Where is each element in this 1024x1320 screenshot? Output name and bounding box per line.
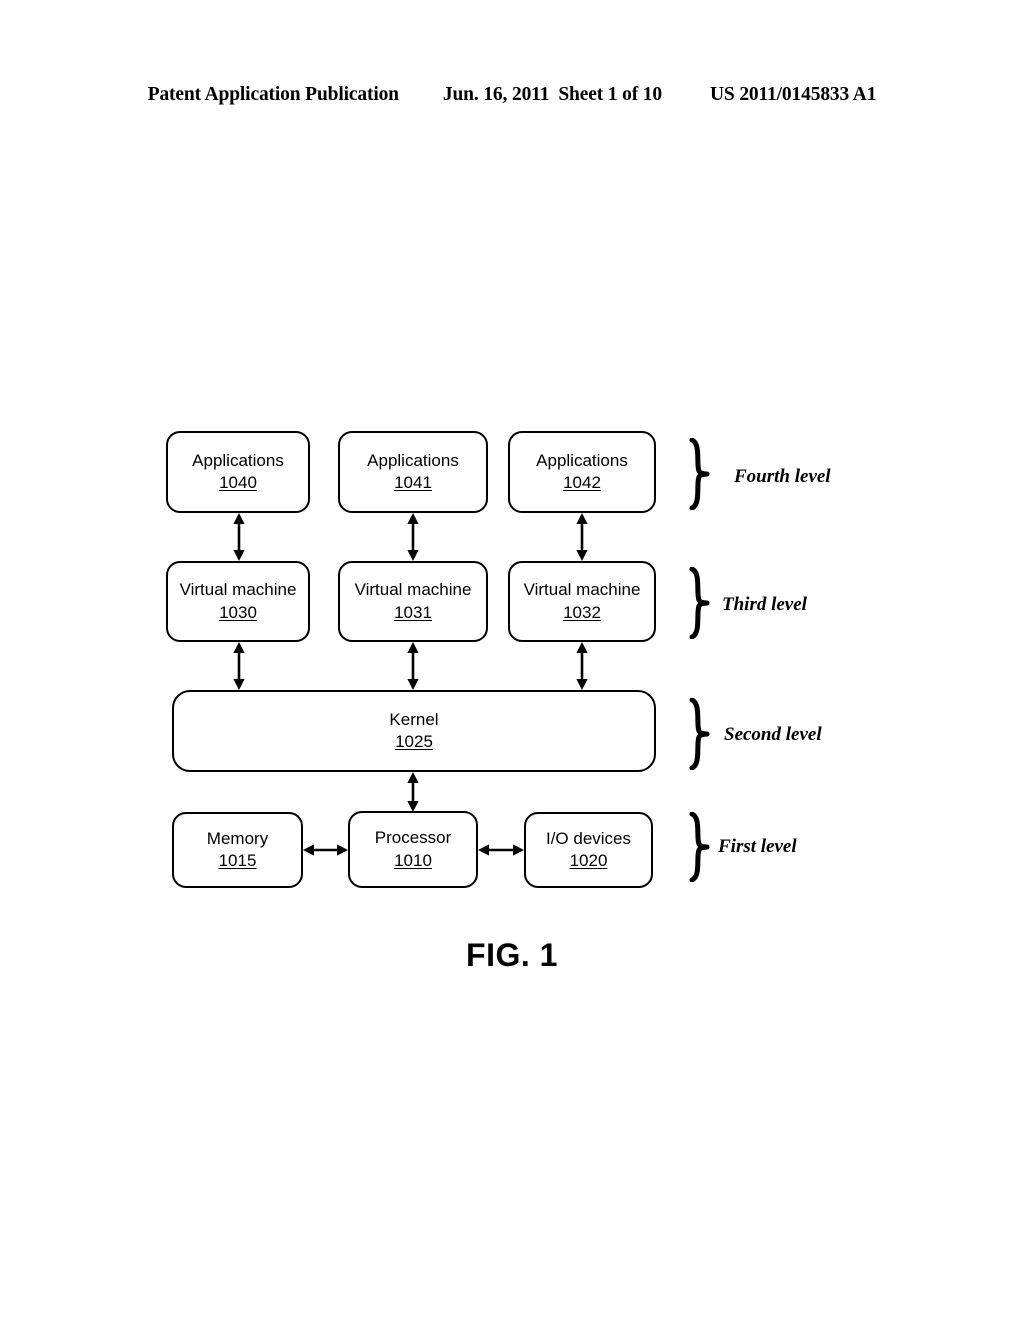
arrow-memory-1015-to-processor-1010 — [303, 839, 348, 861]
applications-box-1040: Applications 1040 — [166, 431, 310, 513]
brace-third-level — [688, 567, 714, 639]
header-patent-number-text: US 2011/0145833 A1 — [709, 84, 877, 105]
header-date-text: Jun. 16, 2011 — [442, 84, 550, 105]
processor-box-1010-label: Processor — [374, 828, 452, 848]
virtual-machine-box-1031-ref: 1031 — [394, 602, 432, 622]
memory-box-1015-ref: 1015 — [218, 851, 257, 870]
applications-box-1040-ref: 1040 — [219, 473, 257, 492]
applications-box-1042: Applications 1042 — [508, 431, 656, 513]
virtual-machine-box-1030-label: Virtual machine — [179, 580, 297, 600]
arrow-vm-1032-to-kernel — [571, 642, 593, 690]
memory-box-1015-label: Memory — [206, 828, 269, 848]
virtual-machine-box-1031-label: Virtual machine — [354, 580, 472, 600]
virtual-machine-box-1030-ref: 1030 — [219, 602, 257, 622]
processor-box-1010-ref: 1010 — [394, 850, 432, 870]
arrow-vm-1030-to-kernel — [228, 642, 250, 690]
level-label-third: Third level — [722, 594, 807, 615]
page-header: Patent Application Publication Jun. 16, … — [0, 84, 1024, 114]
header-publication-text: Patent Application Publication — [147, 84, 399, 105]
virtual-machine-box-1030: Virtual machine 1030 — [166, 561, 310, 642]
arrow-applications-1040-to-vm-1030 — [228, 513, 250, 561]
kernel-box-1025-label: Kernel — [389, 709, 439, 729]
header-sheet-text: Sheet 1 of 10 — [558, 84, 662, 105]
virtual-machine-box-1032-label: Virtual machine — [523, 580, 641, 600]
io-devices-box-1020-label: I/O devices — [545, 828, 632, 848]
level-label-second: Second level — [724, 724, 822, 745]
arrow-vm-1031-to-kernel — [402, 642, 424, 690]
processor-box-1010: Processor 1010 — [348, 811, 478, 888]
virtual-machine-box-1032: Virtual machine 1032 — [508, 561, 656, 642]
arrow-applications-1041-to-vm-1031 — [402, 513, 424, 561]
io-devices-box-1020: I/O devices 1020 — [524, 812, 653, 888]
kernel-box-1025-ref: 1025 — [395, 732, 433, 751]
kernel-box-1025: Kernel 1025 — [172, 690, 656, 772]
brace-first-level — [688, 812, 714, 882]
applications-box-1041: Applications 1041 — [338, 431, 488, 513]
patent-figure-page: Patent Application Publication Jun. 16, … — [0, 0, 1024, 1320]
figure-caption: FIG. 1 — [466, 937, 558, 973]
arrow-processor-1010-to-io-devices-1020 — [478, 839, 524, 861]
virtual-machine-box-1031: Virtual machine 1031 — [338, 561, 488, 642]
brace-fourth-level — [688, 438, 714, 510]
virtual-machine-box-1032-ref: 1032 — [563, 602, 601, 622]
arrow-kernel-to-processor-1010 — [402, 772, 424, 812]
applications-box-1042-ref: 1042 — [563, 473, 601, 492]
brace-second-level — [688, 698, 714, 770]
level-label-fourth: Fourth level — [734, 466, 831, 487]
io-devices-box-1020-ref: 1020 — [569, 851, 608, 870]
level-label-first: First level — [718, 836, 797, 857]
arrow-applications-1042-to-vm-1032 — [571, 513, 593, 561]
applications-box-1041-ref: 1041 — [394, 473, 432, 492]
applications-box-1041-label: Applications — [367, 450, 459, 470]
memory-box-1015: Memory 1015 — [172, 812, 303, 888]
applications-box-1040-label: Applications — [192, 450, 284, 470]
applications-box-1042-label: Applications — [536, 450, 628, 470]
